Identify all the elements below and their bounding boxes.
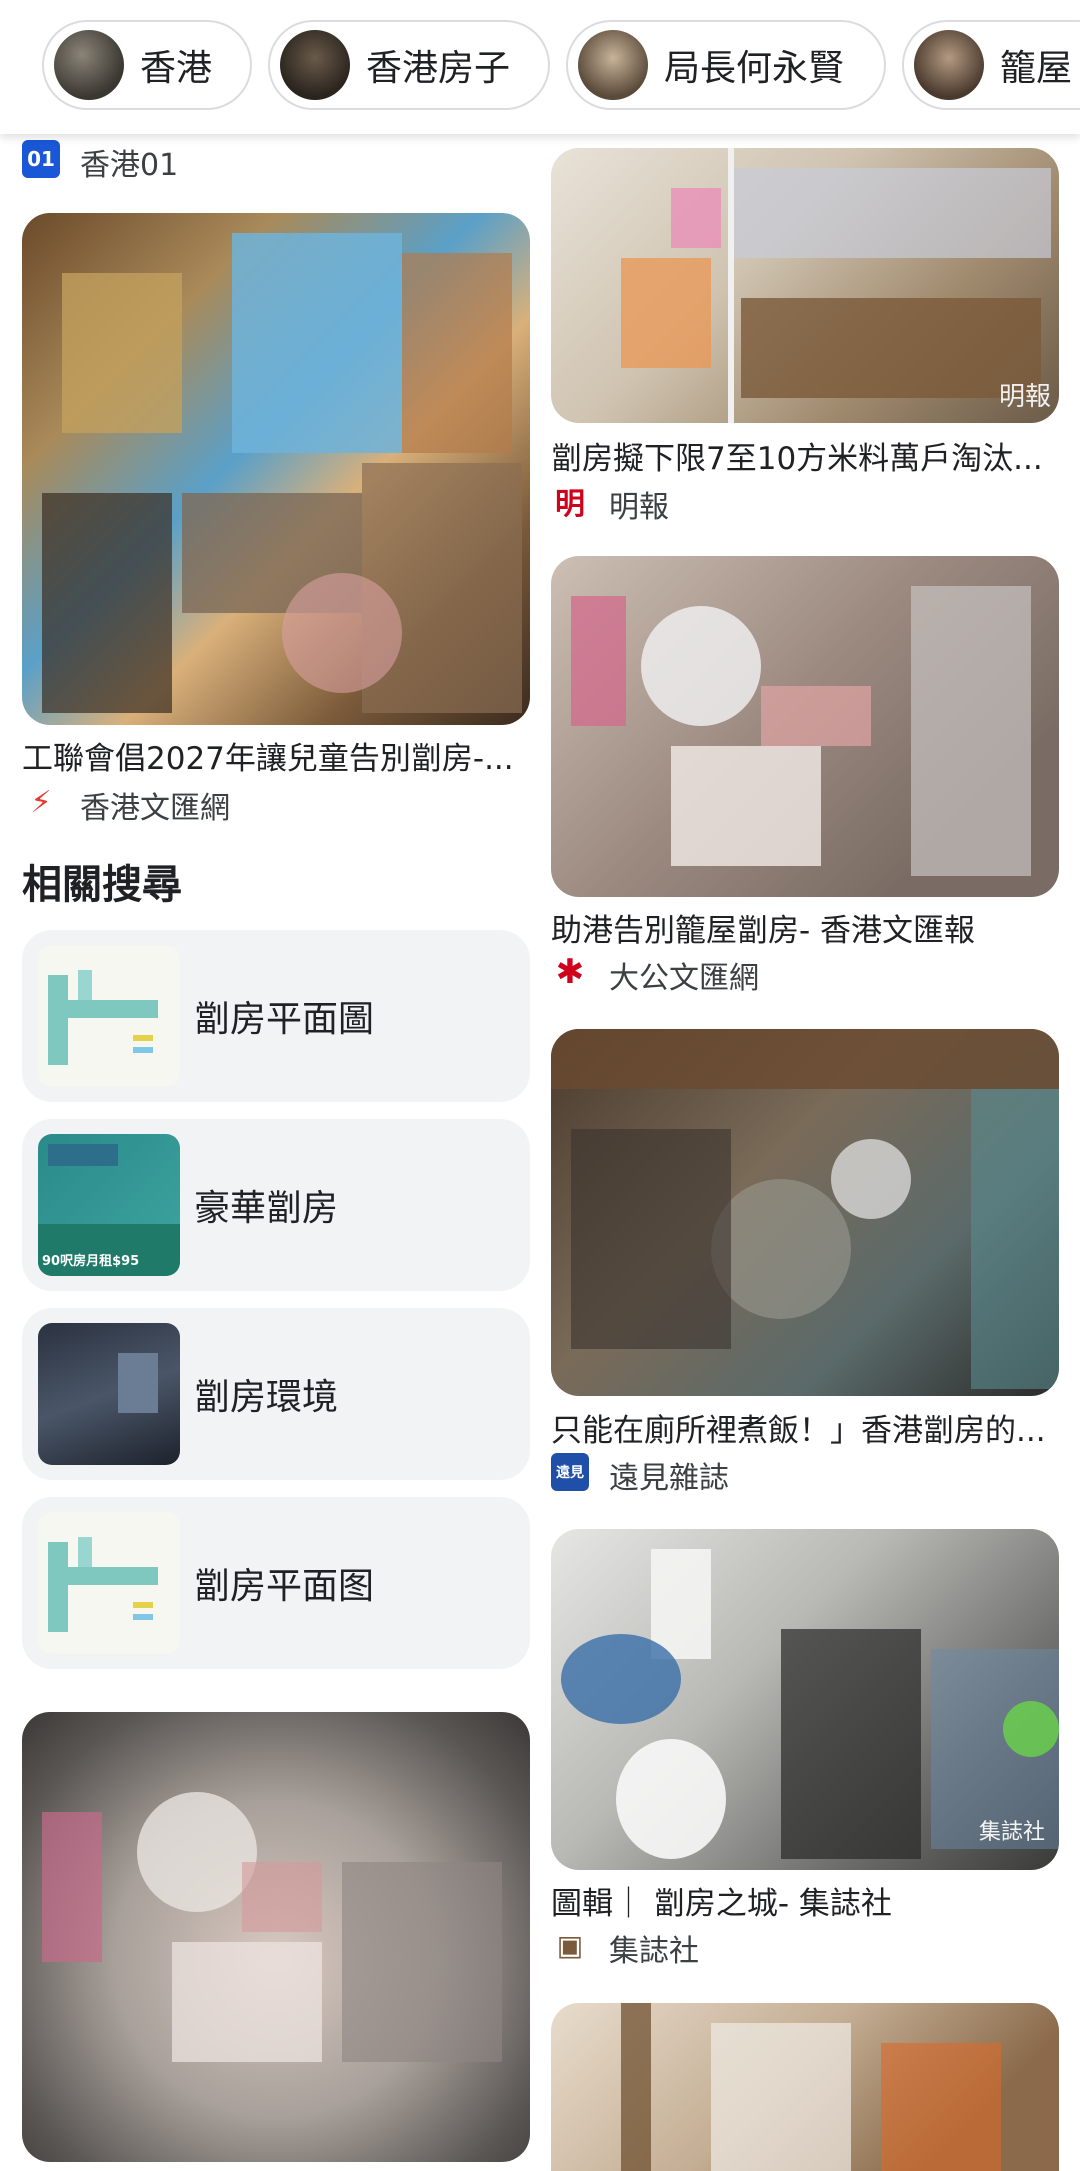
chip-thumbnail — [578, 30, 648, 100]
source-name[interactable]: 香港01 — [80, 140, 178, 184]
subdivided-flat-photo — [571, 586, 1031, 876]
gvm-logo-icon: 遠見 — [551, 1453, 589, 1491]
source-name[interactable]: 明報 — [609, 482, 669, 526]
bunk-bed-photo — [621, 148, 1051, 423]
result-image[interactable] — [551, 1029, 1059, 1396]
result-title[interactable]: 工聯會倡2027年讓兒童告別劏房-... — [22, 733, 530, 778]
related-search-label: 劏房環境 — [194, 1377, 339, 1418]
result-image[interactable]: 集誌社 — [551, 1529, 1059, 1870]
result-image[interactable] — [551, 556, 1059, 897]
related-search-item[interactable]: 劏房平面图 — [22, 1497, 530, 1669]
result-title[interactable]: 劏房擬下限7至10方米料萬戶淘汰... — [551, 433, 1059, 478]
related-searches-heading: 相關搜尋 — [22, 862, 182, 908]
result-image[interactable] — [22, 1712, 530, 2162]
related-search-item[interactable]: 90呎房月租$95 豪華劏房 — [22, 1119, 530, 1291]
chip-thumbnail — [914, 30, 984, 100]
luxury-flat-thumbnail: 90呎房月租$95 — [38, 1134, 180, 1276]
related-search-item[interactable]: 劏房環境 — [22, 1308, 530, 1480]
result-title[interactable]: 圖輯｜ 劏房之城- 集誌社 — [551, 1878, 1059, 1923]
takungpao-logo-icon: ✱ — [551, 952, 589, 992]
related-search-label: 劏房平面圖 — [194, 999, 375, 1040]
result-title[interactable]: 助港告別籠屋劏房- 香港文匯報 — [551, 905, 1059, 950]
result-image[interactable] — [551, 2003, 1059, 2171]
kitchen-toilet-photo — [551, 1029, 1059, 1389]
chip-thumbnail — [280, 30, 350, 100]
related-search-item[interactable]: 劏房平面圖 — [22, 930, 530, 1102]
related-chips-bar: 香港 香港房子 局長何永賢 籠屋 — [0, 0, 1080, 134]
chip-director[interactable]: 局長何永賢 — [566, 20, 886, 110]
collective-logo-icon: ▣ — [551, 1926, 589, 1964]
result-image[interactable] — [22, 213, 530, 725]
related-search-label: 豪華劏房 — [194, 1188, 339, 1229]
chip-label: 局長何永賢 — [664, 48, 845, 89]
image-watermark: 明報 — [998, 382, 1051, 412]
flat-environment-thumbnail — [38, 1323, 180, 1465]
source-name[interactable]: 遠見雜誌 — [609, 1453, 729, 1497]
wenweipo-logo-icon: ⚡ — [22, 783, 60, 821]
thumbnail-caption: 90呎房月租$95 — [42, 1254, 140, 1269]
chip-hong-kong-housing[interactable]: 香港房子 — [268, 20, 550, 110]
chip-label: 籠屋 — [1000, 48, 1073, 89]
subdivided-flat-photo — [42, 1792, 502, 2062]
result-title[interactable]: 只能在廁所裡煮飯！」香港劏房的... — [551, 1405, 1059, 1450]
related-search-label: 劏房平面图 — [194, 1566, 375, 1607]
chip-label: 香港房子 — [366, 48, 511, 89]
hk01-logo-icon: 01 — [22, 140, 60, 178]
subdivided-flat-photo — [42, 233, 522, 713]
chip-cage-homes[interactable]: 籠屋 — [902, 20, 1080, 110]
result-image[interactable]: 明報 — [551, 148, 1059, 423]
image-watermark: 集誌社 — [978, 1820, 1045, 1845]
mingpao-logo-icon: 明 — [551, 482, 589, 522]
chip-hong-kong[interactable]: 香港 — [42, 20, 252, 110]
source-name[interactable]: 香港文匯網 — [80, 783, 230, 827]
chip-label: 香港 — [140, 48, 213, 89]
chip-thumbnail — [54, 30, 124, 100]
floor-plan-thumbnail — [38, 1512, 180, 1654]
source-name[interactable]: 大公文匯網 — [609, 953, 759, 997]
flat-interior-photo — [621, 2003, 1001, 2171]
source-name[interactable]: 集誌社 — [609, 1926, 699, 1970]
floor-plan-thumbnail — [38, 945, 180, 1087]
